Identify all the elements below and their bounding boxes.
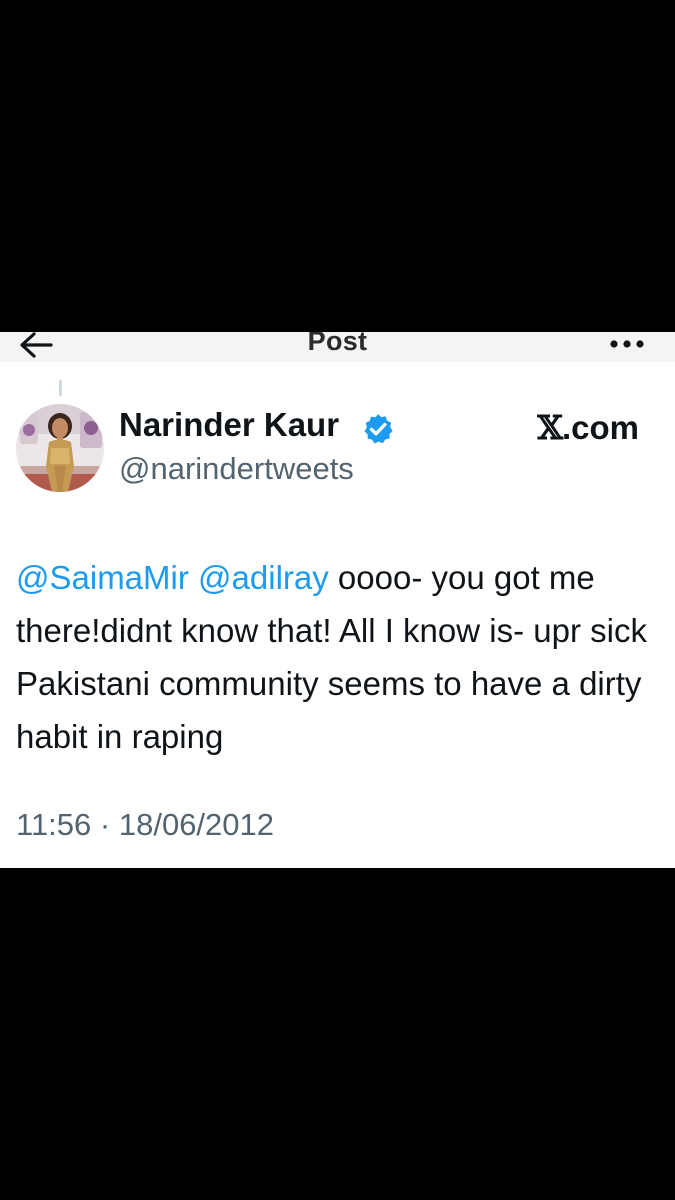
brand-domain: .com — [561, 409, 639, 446]
more-horizontal-icon — [610, 340, 644, 348]
x-com-watermark: 𝕏.com — [537, 408, 639, 447]
timestamp-separator: · — [99, 807, 111, 842]
post-date: 18/06/2012 — [118, 807, 275, 842]
screenshot-frame: Post Narinder Kaur @narindertweets 𝕏.com… — [0, 0, 675, 1200]
thread-connector-line — [59, 380, 62, 396]
page-title: Post — [307, 332, 368, 356]
mention-link[interactable]: @SaimaMir — [16, 559, 189, 596]
more-options-button[interactable] — [609, 336, 645, 352]
post-timestamp[interactable]: 11:56 · 18/06/2012 — [16, 807, 274, 843]
profile-photo — [16, 404, 104, 492]
author-handle[interactable]: @narindertweets — [119, 451, 354, 487]
author-name[interactable]: Narinder Kaur — [119, 406, 339, 444]
x-logo-icon: 𝕏 — [537, 408, 563, 447]
post-card: Post Narinder Kaur @narindertweets 𝕏.com… — [0, 332, 675, 868]
tweet-body: @SaimaMir @adilray oooo- you got me ther… — [16, 551, 661, 763]
mention-link[interactable]: @adilray — [198, 559, 329, 596]
post-header: Post — [0, 332, 675, 362]
verified-badge-icon — [364, 414, 393, 444]
post-time: 11:56 — [16, 807, 92, 842]
avatar[interactable] — [16, 404, 104, 492]
